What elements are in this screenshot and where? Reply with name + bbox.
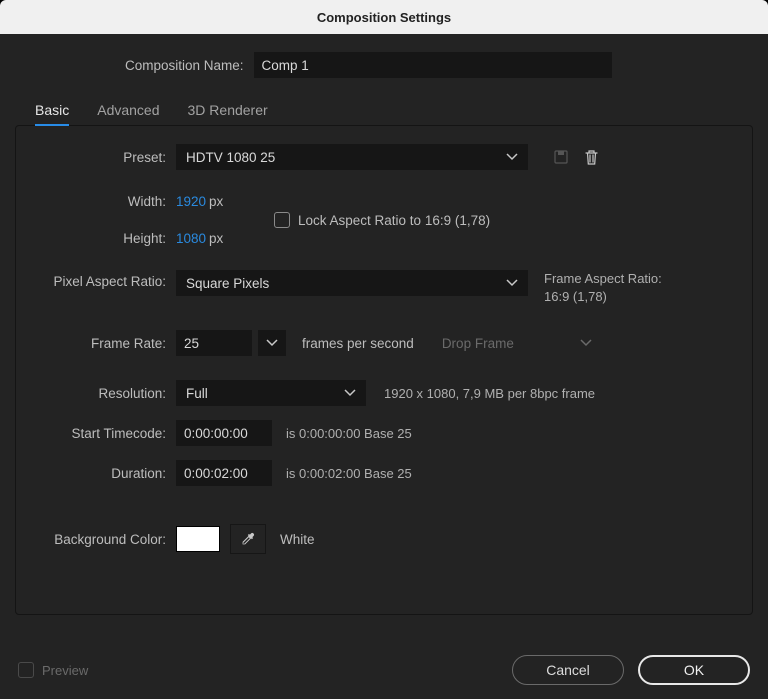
frame-rate-suffix: frames per second xyxy=(302,336,414,351)
tab-row: Basic Advanced 3D Renderer xyxy=(35,102,753,126)
pixel-aspect-select[interactable]: Square Pixels xyxy=(176,270,528,296)
preset-label: Preset: xyxy=(26,150,176,165)
resolution-info: 1920 x 1080, 7,9 MB per 8bpc frame xyxy=(384,386,595,401)
height-unit: px xyxy=(209,231,223,246)
start-timecode-input[interactable] xyxy=(176,420,272,446)
width-label: Width: xyxy=(26,194,176,209)
preset-value: HDTV 1080 25 xyxy=(186,150,275,165)
frame-rate-input[interactable] xyxy=(176,330,252,356)
duration-info: is 0:00:02:00 Base 25 xyxy=(286,466,412,481)
save-preset-button xyxy=(546,144,576,170)
resolution-select[interactable]: Full xyxy=(176,380,366,406)
pixel-aspect-label: Pixel Aspect Ratio: xyxy=(26,270,176,289)
footer: Preview Cancel OK xyxy=(0,655,768,685)
ok-button[interactable]: OK xyxy=(638,655,750,685)
eyedropper-button[interactable] xyxy=(230,524,266,554)
frame-aspect-info: Frame Aspect Ratio: 16:9 (1,78) xyxy=(544,270,662,306)
dialog-body: Composition Name: Basic Advanced 3D Rend… xyxy=(0,34,768,699)
bg-color-name: White xyxy=(280,532,315,547)
frame-rate-label: Frame Rate: xyxy=(26,336,176,351)
resolution-label: Resolution: xyxy=(26,386,176,401)
drop-frame-label: Drop Frame xyxy=(442,336,514,351)
frame-rate-menu-button[interactable] xyxy=(258,330,286,356)
width-unit: px xyxy=(209,194,223,209)
preset-select[interactable]: HDTV 1080 25 xyxy=(176,144,528,170)
bg-color-label: Background Color: xyxy=(26,532,176,547)
resolution-value: Full xyxy=(186,386,208,401)
chevron-down-icon xyxy=(506,153,518,161)
preview-checkbox xyxy=(18,662,34,678)
width-value[interactable]: 1920 xyxy=(176,194,206,209)
height-value[interactable]: 1080 xyxy=(176,231,206,246)
lock-aspect-label: Lock Aspect Ratio to 16:9 (1,78) xyxy=(298,213,490,228)
frame-aspect-value: 16:9 (1,78) xyxy=(544,288,662,306)
tab-basic[interactable]: Basic xyxy=(35,102,69,126)
comp-name-label: Composition Name: xyxy=(125,58,254,73)
comp-name-input[interactable] xyxy=(254,52,612,78)
frame-aspect-label: Frame Aspect Ratio: xyxy=(544,270,662,288)
height-label: Height: xyxy=(26,231,176,246)
duration-input[interactable] xyxy=(176,460,272,486)
start-timecode-label: Start Timecode: xyxy=(26,426,176,441)
basic-panel: Preset: HDTV 1080 25 Width: 1920 px Lock… xyxy=(15,125,753,615)
delete-preset-button[interactable] xyxy=(576,144,606,170)
start-timecode-info: is 0:00:00:00 Base 25 xyxy=(286,426,412,441)
preview-label: Preview xyxy=(42,663,88,678)
chevron-down-icon xyxy=(344,389,356,397)
duration-label: Duration: xyxy=(26,466,176,481)
chevron-down-icon xyxy=(266,339,278,347)
preview-toggle: Preview xyxy=(18,662,88,678)
tab-advanced[interactable]: Advanced xyxy=(97,102,159,126)
drop-frame-select: Drop Frame xyxy=(442,336,592,351)
cancel-button[interactable]: Cancel xyxy=(512,655,624,685)
chevron-down-icon xyxy=(506,279,518,287)
chevron-down-icon xyxy=(580,339,592,347)
eyedropper-icon xyxy=(239,530,257,548)
dialog-title: Composition Settings xyxy=(317,10,451,25)
titlebar: Composition Settings xyxy=(0,0,768,34)
lock-aspect-checkbox[interactable] xyxy=(274,212,290,228)
pixel-aspect-value: Square Pixels xyxy=(186,276,269,291)
tab-3d-renderer[interactable]: 3D Renderer xyxy=(188,102,268,126)
bg-color-swatch[interactable] xyxy=(176,526,220,552)
